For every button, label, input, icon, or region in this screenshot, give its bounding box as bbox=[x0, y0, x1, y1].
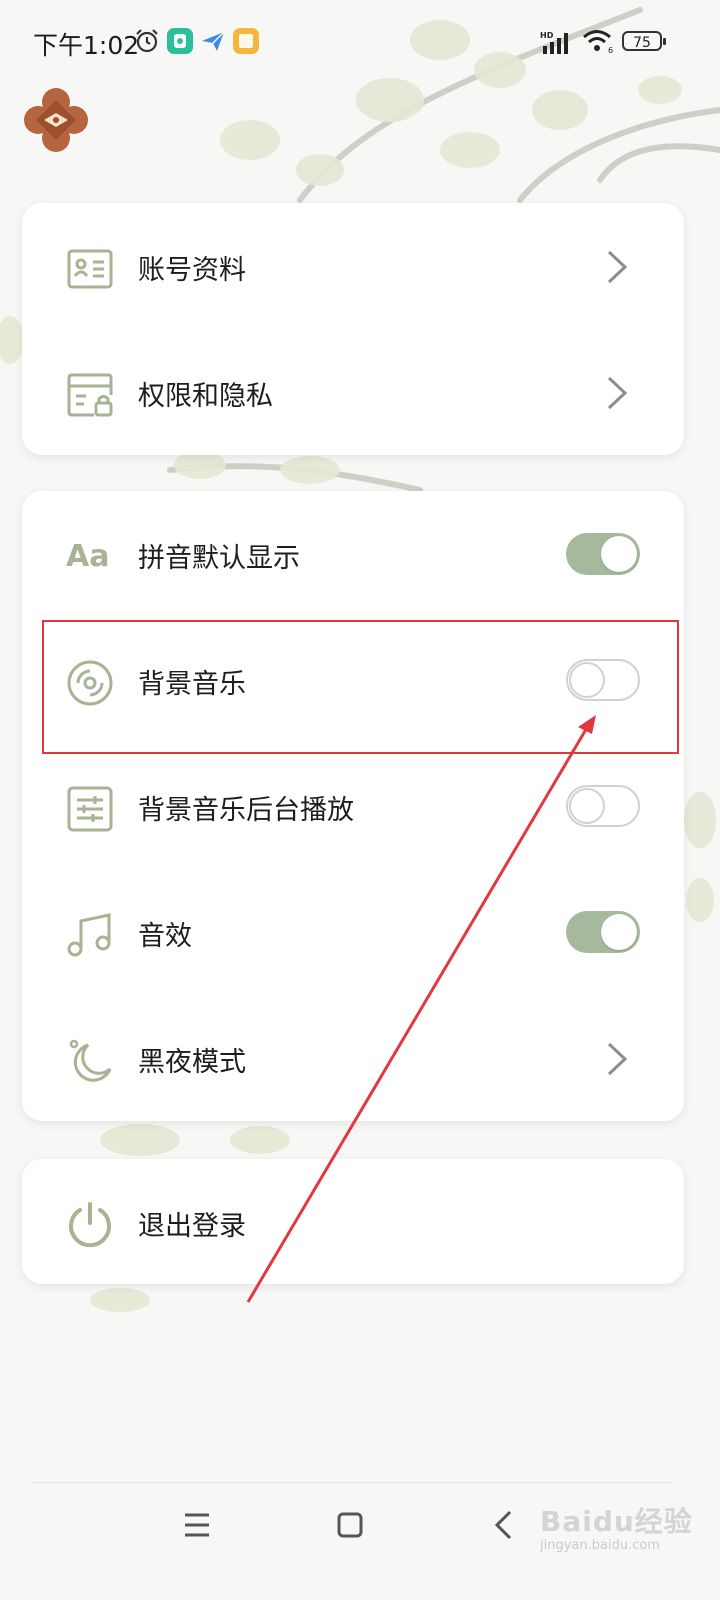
menu-item-label: 账号资料 bbox=[138, 255, 246, 286]
back-icon[interactable] bbox=[485, 1505, 525, 1545]
background-playback-toggle[interactable] bbox=[566, 785, 640, 827]
home-icon[interactable] bbox=[330, 1505, 370, 1545]
profile-card-icon bbox=[67, 249, 113, 289]
menu-item-account-profile[interactable]: 账号资料 bbox=[22, 203, 684, 329]
svg-text:HD: HD bbox=[540, 31, 554, 40]
watermark-url: jingyan.baidu.com bbox=[540, 1538, 660, 1553]
privacy-lock-icon bbox=[67, 373, 113, 417]
sound-effects-toggle[interactable] bbox=[566, 911, 640, 953]
account-settings-card: 账号资料 权限和隐私 bbox=[22, 203, 684, 455]
annotation-highlight-box bbox=[42, 620, 679, 754]
setting-label: 拼音默认显示 bbox=[138, 543, 300, 574]
menu-item-label: 权限和隐私 bbox=[138, 381, 273, 412]
font-aa-icon: Aa bbox=[66, 539, 110, 574]
menu-item-permissions-privacy[interactable]: 权限和隐私 bbox=[22, 329, 684, 455]
app-logo-icon bbox=[24, 88, 88, 152]
menu-icon[interactable] bbox=[177, 1505, 217, 1545]
moon-icon bbox=[69, 1039, 112, 1082]
svg-text:6: 6 bbox=[608, 46, 613, 54]
status-time: 下午1:02 bbox=[33, 31, 140, 60]
music-note-icon bbox=[67, 913, 111, 957]
sliders-icon bbox=[67, 786, 113, 832]
logout-label: 退出登录 bbox=[138, 1211, 246, 1242]
chevron-right-icon bbox=[607, 376, 628, 410]
preferences-card: Aa 拼音默认显示 背景音乐 背景音乐后台播放 音效 黑夜模式 bbox=[22, 491, 684, 1121]
setting-label: 音效 bbox=[138, 921, 192, 952]
menu-item-dark-mode[interactable]: 黑夜模式 bbox=[22, 995, 684, 1121]
pinyin-default-toggle[interactable] bbox=[566, 533, 640, 575]
setting-pinyin-default: Aa 拼音默认显示 bbox=[22, 491, 684, 617]
nav-divider bbox=[32, 1482, 672, 1483]
setting-sound-effects: 音效 bbox=[22, 869, 684, 995]
power-icon bbox=[69, 1202, 111, 1248]
logout-button[interactable]: 退出登录 bbox=[22, 1159, 684, 1284]
setting-background-music-playback: 背景音乐后台播放 bbox=[22, 743, 684, 869]
watermark-brand: Baidu经验 bbox=[540, 1505, 693, 1538]
alarm-icon bbox=[136, 29, 158, 53]
app-notification-icon bbox=[167, 28, 193, 54]
menu-item-label: 黑夜模式 bbox=[138, 1047, 246, 1078]
notes-app-icon bbox=[233, 28, 259, 54]
chevron-right-icon bbox=[607, 1042, 628, 1076]
logout-card: 退出登录 bbox=[22, 1159, 684, 1284]
cellular-signal-icon: HD bbox=[540, 31, 568, 54]
status-bar: 下午1:02 HD 6 75 bbox=[0, 0, 720, 86]
setting-label: 背景音乐后台播放 bbox=[138, 795, 354, 826]
send-app-icon bbox=[202, 31, 225, 51]
chevron-right-icon bbox=[607, 250, 628, 284]
wifi-icon: 6 bbox=[583, 30, 613, 54]
watermark: Baidu经验 jingyan.baidu.com bbox=[540, 1500, 710, 1560]
battery-level: 75 bbox=[622, 31, 666, 51]
